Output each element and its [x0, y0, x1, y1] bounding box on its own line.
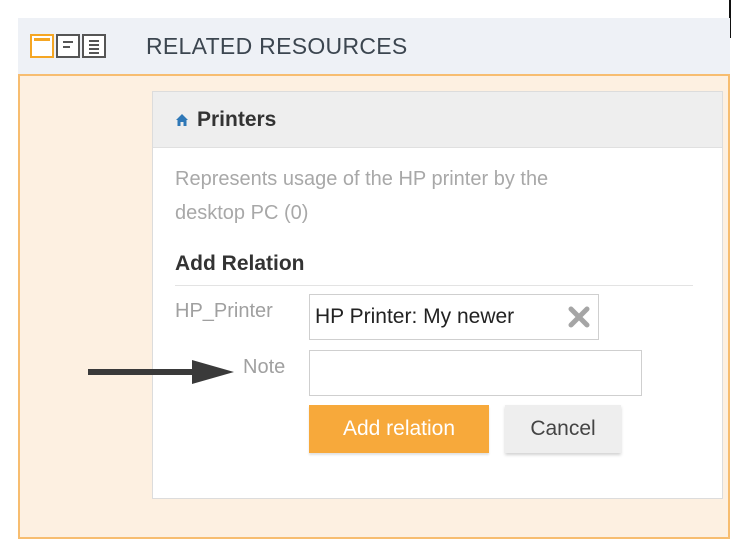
- hp-printer-value: HP Printer: My newer: [315, 305, 515, 328]
- list-view-icon[interactable]: [82, 34, 106, 58]
- top-edge: [0, 0, 733, 18]
- cancel-button[interactable]: Cancel: [505, 405, 621, 453]
- section-title: RELATED RESOURCES: [146, 33, 408, 59]
- add-relation-heading: Add Relation: [175, 252, 305, 275]
- note-label: Note: [243, 356, 286, 378]
- single-column-view-icon[interactable]: [30, 34, 54, 58]
- home-icon: [176, 113, 188, 126]
- note-input[interactable]: [309, 350, 642, 396]
- hp-printer-selection[interactable]: HP Printer: My newer: [309, 294, 599, 340]
- remove-selection-icon[interactable]: [566, 304, 592, 330]
- section-divider: [175, 285, 693, 286]
- card-header: Printers: [153, 92, 722, 148]
- two-column-view-icon[interactable]: [56, 34, 80, 58]
- card-title: Printers: [197, 107, 277, 131]
- printers-card: Printers Represents usage of the HP prin…: [152, 91, 723, 499]
- view-switcher: [30, 34, 106, 60]
- add-relation-button[interactable]: Add relation: [309, 405, 489, 453]
- hp-printer-label: HP_Printer: [175, 300, 273, 322]
- related-resources-panel: Printers Represents usage of the HP prin…: [18, 74, 730, 539]
- related-resources-header: RELATED RESOURCES: [18, 18, 730, 75]
- card-description: Represents usage of the HP printer by th…: [175, 168, 549, 224]
- pointer-arrow-icon: [88, 360, 234, 384]
